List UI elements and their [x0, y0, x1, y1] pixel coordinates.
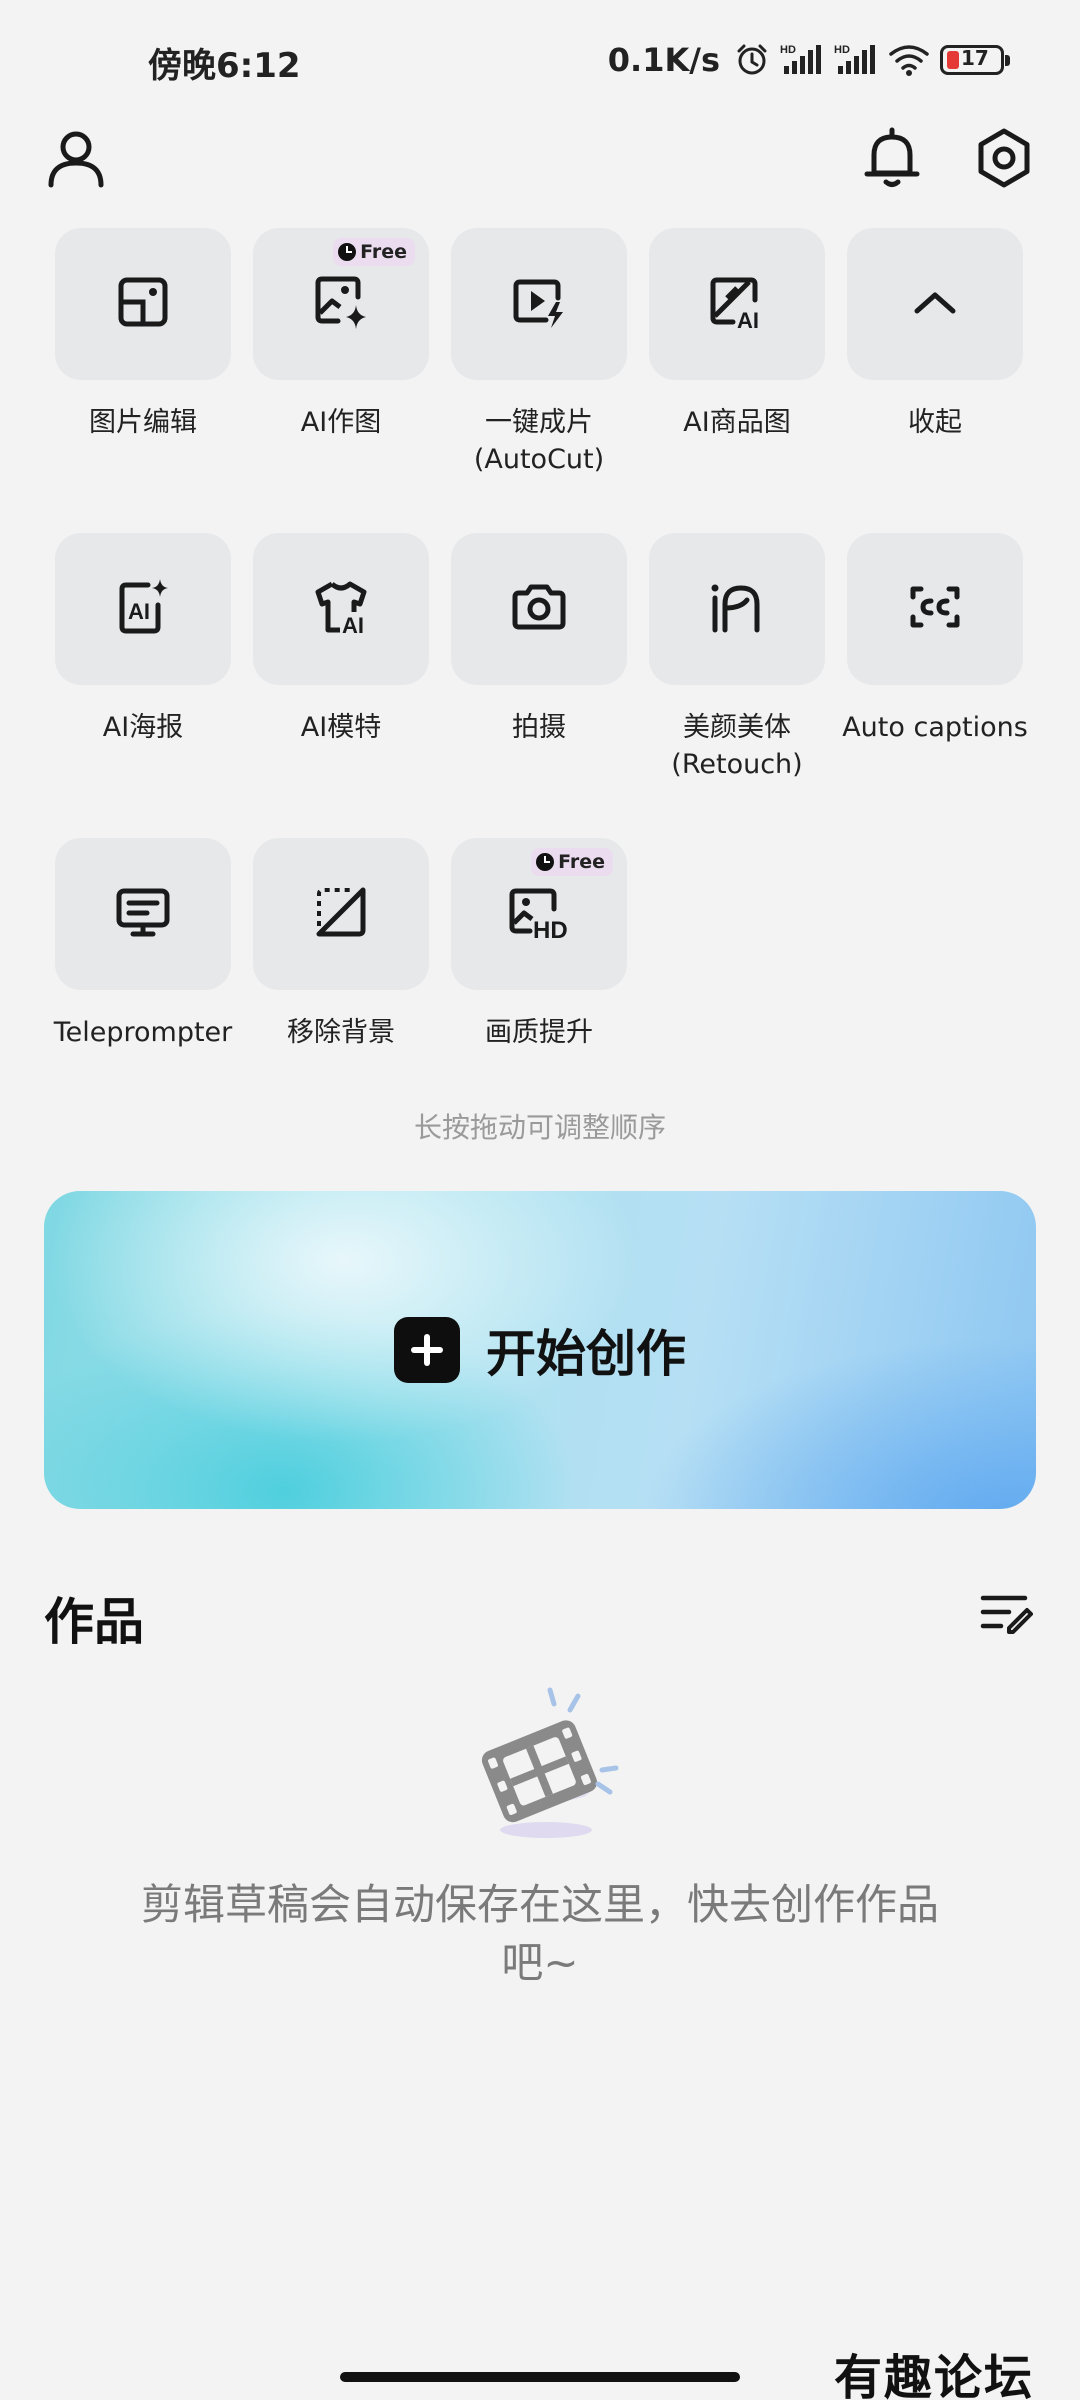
teleprompter-icon — [114, 885, 172, 943]
photo-edit-icon — [115, 274, 171, 334]
signal-hd-icon: HD — [780, 42, 824, 78]
notification-bell-icon[interactable] — [856, 122, 928, 194]
tool-label: AI海报 — [102, 712, 184, 743]
chevron-up-icon — [911, 287, 959, 321]
reorder-hint: 长按拖动可调整顺序 — [413, 1111, 666, 1144]
autocut-icon — [510, 274, 568, 334]
remove-background-icon — [313, 884, 369, 944]
start-creating-label: 开始创作 — [486, 1325, 686, 1383]
tool-tile[interactable]: Free — [253, 228, 429, 380]
start-creating-button[interactable]: 开始创作 — [44, 1191, 1036, 1509]
manage-list-icon[interactable] — [978, 1588, 1034, 1638]
signal-hd-icon-2: HD — [834, 42, 878, 78]
settings-icon[interactable] — [968, 122, 1040, 194]
ai-product-icon: AI — [707, 274, 767, 334]
svg-text:AI: AI — [128, 599, 150, 624]
watermark: 有趣论坛 — [834, 2350, 1035, 2400]
tool-label: Teleprompter — [53, 1017, 233, 1048]
tool-auto-captions[interactable]: Auto captions — [840, 533, 1030, 746]
tool-autocut[interactable]: 一键成片 (AutoCut) — [444, 228, 634, 478]
tool-tile[interactable] — [649, 533, 825, 685]
svg-text:HD: HD — [834, 44, 850, 56]
tool-retouch[interactable]: 美颜美体 (Retouch) — [642, 533, 832, 783]
tool-tile[interactable]: AI — [253, 533, 429, 685]
tool-tile[interactable]: AI — [649, 228, 825, 380]
svg-text:AI: AI — [342, 613, 364, 636]
svg-text:AI: AI — [737, 308, 759, 330]
tool-label: 画质提升 — [485, 1017, 593, 1048]
tool-label: 图片编辑 — [89, 407, 197, 438]
status-icons: 0.1K/s HD HD 17 — [607, 38, 1010, 82]
ai-model-icon: AI — [310, 578, 372, 640]
tool-tile[interactable] — [847, 533, 1023, 685]
tool-label: AI商品图 — [683, 407, 791, 438]
tool-teleprompter[interactable]: Teleprompter — [48, 838, 238, 1051]
tool-camera[interactable]: 拍摄 — [444, 533, 634, 746]
profile-icon[interactable] — [40, 122, 112, 194]
tool-label: AI模特 — [300, 712, 382, 743]
battery-level: 17 — [961, 46, 989, 70]
tool-ai-image[interactable]: Free AI作图 — [246, 228, 436, 441]
retouch-icon — [707, 578, 767, 640]
ai-image-icon — [312, 273, 370, 335]
free-badge-label: Free — [558, 851, 605, 873]
home-indicator[interactable] — [340, 2372, 740, 2382]
ai-poster-icon: AI — [114, 577, 172, 641]
svg-text:HD: HD — [780, 44, 796, 56]
status-time: 傍晚6:12 — [148, 46, 301, 86]
tool-tile[interactable] — [847, 228, 1023, 380]
tool-label: Auto captions — [842, 712, 1028, 743]
tool-hd-enhance[interactable]: Free HD 画质提升 — [444, 838, 634, 1051]
tool-tile[interactable]: AI — [55, 533, 231, 685]
free-badge: Free — [531, 848, 613, 876]
tool-collapse[interactable]: 收起 — [840, 228, 1030, 441]
camera-icon — [509, 581, 569, 637]
tool-tile[interactable] — [55, 838, 231, 990]
free-badge: Free — [333, 238, 415, 266]
wifi-icon — [888, 42, 930, 78]
tool-label: 移除背景 — [287, 1017, 395, 1048]
tool-label: 美颜美体 (Retouch) — [671, 712, 803, 780]
battery-fill — [947, 51, 959, 69]
captions-icon — [907, 581, 963, 637]
battery-icon: 17 — [940, 45, 1010, 75]
tool-label: 拍摄 — [512, 712, 566, 743]
svg-text:HD: HD — [533, 917, 568, 941]
status-bar: 傍晚6:12 0.1K/s HD HD 17 — [0, 0, 1080, 120]
tool-ai-poster[interactable]: AI AI海报 — [48, 533, 238, 746]
clock-icon — [338, 243, 357, 261]
alarm-icon — [734, 42, 770, 78]
empty-drafts-illustration-icon — [460, 1680, 630, 1840]
tool-ai-model[interactable]: AI AI模特 — [246, 533, 436, 746]
tool-ai-product[interactable]: AI AI商品图 — [642, 228, 832, 441]
tool-label: 收起 — [908, 407, 962, 438]
tool-label: 一键成片 (AutoCut) — [473, 407, 605, 475]
free-badge-label: Free — [360, 241, 407, 263]
tool-label: AI作图 — [300, 407, 382, 438]
tool-photo-edit[interactable]: 图片编辑 — [48, 228, 238, 441]
plus-icon — [394, 1317, 460, 1383]
tool-tile[interactable] — [253, 838, 429, 990]
works-title: 作品 — [44, 1593, 144, 1651]
tool-tile[interactable]: Free HD — [451, 838, 627, 990]
empty-drafts-message: 剪辑草稿会自动保存在这里，快去创作作品吧~ — [140, 1880, 939, 1987]
tool-tile[interactable] — [451, 533, 627, 685]
clock-icon — [536, 853, 555, 871]
tool-remove-background[interactable]: 移除背景 — [246, 838, 436, 1051]
tool-tile[interactable] — [55, 228, 231, 380]
network-speed: 0.1K/s — [607, 41, 720, 79]
hd-enhance-icon: HD — [506, 883, 572, 945]
tool-tile[interactable] — [451, 228, 627, 380]
